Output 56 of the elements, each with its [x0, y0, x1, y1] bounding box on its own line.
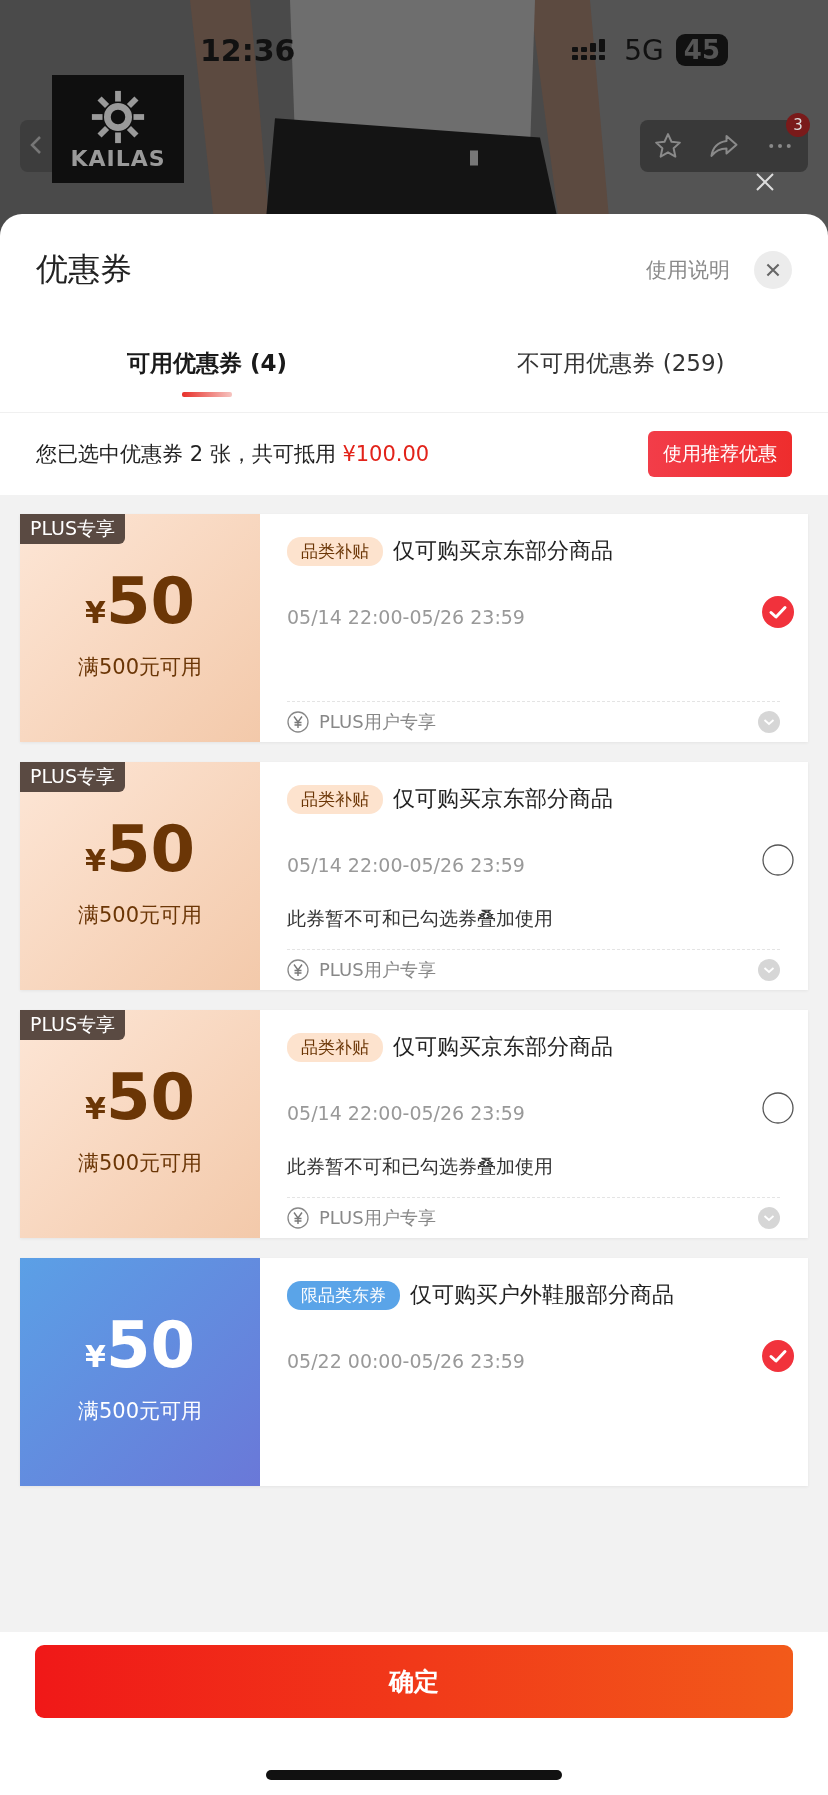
battery-indicator: 45 [675, 34, 728, 66]
checkbox[interactable] [762, 844, 794, 876]
store-logo: KAILAS [52, 75, 184, 183]
coupon-title: 仅可购买京东部分商品 [393, 537, 613, 565]
coupon-card[interactable]: PLUS专享 ¥50 满500元可用 品类补贴 仅可购买京东部分商品 05/14 22:00-05/26 23:59 此券暂不可和已勾选券叠加使用 PLUS用户专享 [20, 762, 808, 990]
coupon-validity: 05/14 22:00-05/26 23:59 [287, 854, 526, 876]
checkbox[interactable] [762, 1340, 794, 1372]
back-button[interactable] [20, 120, 52, 172]
coupon-title: 仅可购买京东部分商品 [393, 1033, 613, 1061]
checkbox[interactable] [762, 596, 794, 628]
coupon-validity: 05/14 22:00-05/26 23:59 [287, 1102, 526, 1124]
recommend-button[interactable]: 使用推荐优惠 [648, 431, 792, 477]
sheet-title: 优惠券 [36, 249, 133, 290]
coupon-tab[interactable]: 可用优惠券 (4) [126, 346, 287, 380]
plus-badge: PLUS专享 [20, 1010, 126, 1040]
coupon-footer: PLUS用户专享 [319, 958, 748, 982]
coupon-condition: 满500元可用 [77, 902, 203, 929]
coupon-note: 此券暂不可和已勾选券叠加使用 [287, 906, 554, 931]
coupon-title: 仅可购买京东部分商品 [393, 785, 613, 813]
coupon-condition: 满500元可用 [77, 1398, 203, 1425]
coupon-card[interactable]: PLUS专享 ¥50 满500元可用 品类补贴 仅可购买京东部分商品 05/14 22:00-05/26 23:59 PLUS用户专享 [20, 514, 808, 742]
yen-icon [287, 1207, 309, 1229]
coupon-footer: PLUS用户专享 [319, 710, 748, 734]
coupon-tag: 限品类东券 [287, 1280, 400, 1310]
star-icon[interactable] [653, 131, 683, 161]
coupon-footer: PLUS用户专享 [319, 1206, 748, 1230]
coupon-tag: 品类补贴 [287, 1032, 383, 1062]
coupon-card[interactable]: ¥50 满500元可用 限品类东券 仅可购买户外鞋服部分商品 05/22 00:00-05/26 23:59 [20, 1258, 808, 1486]
coupon-value: ¥50 [85, 1065, 195, 1129]
network-label: 5G [624, 33, 664, 67]
usage-instructions-link[interactable]: 使用说明 [646, 256, 730, 284]
coupon-tag: 品类补贴 [287, 536, 383, 566]
close-icon [765, 262, 781, 278]
coupon-condition: 满500元可用 [77, 1150, 203, 1177]
coupon-value: ¥50 [85, 817, 195, 881]
status-time: 12:36 [200, 32, 296, 68]
coupon-validity: 05/22 00:00-05/26 23:59 [287, 1350, 526, 1372]
coupon-title: 仅可购买户外鞋服部分商品 [410, 1281, 674, 1309]
coupon-value: ¥50 [85, 569, 195, 633]
coupon-value: ¥50 [85, 1313, 195, 1377]
coupon-card[interactable]: PLUS专享 ¥50 满500元可用 品类补贴 仅可购买京东部分商品 05/14 22:00-05/26 23:59 此券暂不可和已勾选券叠加使用 PLUS用户专享 [20, 1010, 808, 1238]
coupon-validity: 05/14 22:00-05/26 23:59 [287, 606, 526, 628]
coupon-note: 此券暂不可和已勾选券叠加使用 [287, 1154, 554, 1179]
selection-summary: 您已选中优惠券 2 张，共可抵用 ¥100.00 [36, 441, 430, 468]
close-button[interactable] [754, 251, 792, 289]
yen-icon [287, 959, 309, 981]
coupon-tab[interactable]: 不可用优惠券 (259) [517, 346, 725, 380]
confirm-button[interactable]: 确定 [35, 1645, 793, 1718]
checkbox[interactable] [762, 1092, 794, 1124]
plus-badge: PLUS专享 [20, 762, 126, 792]
coupon-condition: 满500元可用 [77, 654, 203, 681]
back-chevron-icon [30, 134, 42, 155]
close-icon[interactable] [755, 172, 775, 192]
coupon-tag: 品类补贴 [287, 784, 383, 814]
yen-icon [287, 711, 309, 733]
plus-badge: PLUS专享 [20, 514, 126, 544]
